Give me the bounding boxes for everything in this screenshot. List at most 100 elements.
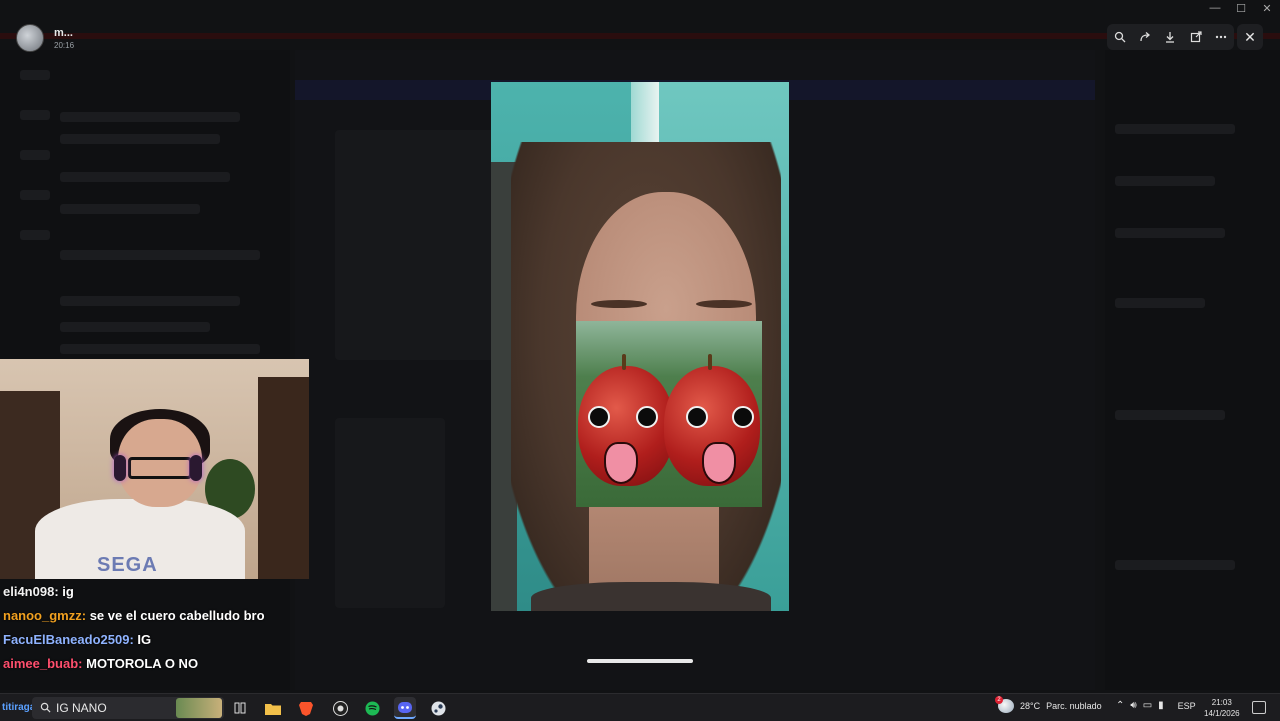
close-viewer-button[interactable]: ✕ [1237, 24, 1263, 50]
channel-row [60, 112, 240, 122]
member-row [1115, 560, 1235, 570]
apple-stem [708, 354, 712, 370]
member-list-dimmed [1105, 50, 1280, 690]
avatar[interactable] [16, 24, 44, 52]
headphones-icon [114, 455, 126, 481]
background-banner [0, 33, 1280, 39]
chat-text: IG [133, 632, 152, 647]
apple-filter-overlay [576, 321, 762, 507]
volume-icon[interactable]: 🔊︎ [1130, 700, 1136, 711]
minimize-icon[interactable]: — [1208, 2, 1222, 15]
author-name[interactable]: m... [54, 27, 74, 39]
server-icon [20, 150, 50, 160]
zoom-icon[interactable] [1111, 28, 1129, 46]
search-label: IG NANO [56, 701, 107, 715]
apple-eye [686, 406, 708, 428]
task-view-icon[interactable] [229, 697, 251, 719]
download-icon[interactable] [1161, 28, 1179, 46]
phone-home-indicator [587, 659, 693, 663]
member-row [1115, 228, 1225, 238]
server-icon [20, 110, 50, 120]
media-viewer-author: m... 20:16 [16, 24, 74, 52]
window-close-icon[interactable]: ✕ [1260, 2, 1274, 15]
media-viewer-toolbar [1107, 24, 1234, 50]
eye [696, 300, 752, 308]
chat-message: FacuElBaneado2509: IG [3, 630, 303, 649]
network-icon[interactable]: ▭ [1143, 700, 1152, 711]
system-tray: ⌃ 🔊︎ ▭ ▮ ESP [1116, 700, 1196, 711]
chat-text: se ve el cuero cabelludo bro [86, 608, 265, 623]
brave-browser-icon[interactable] [295, 697, 317, 719]
search-icon [40, 702, 51, 713]
taskbar-search-box[interactable]: IG NANO [32, 697, 224, 719]
chat-message: eli4n098: ig [3, 582, 303, 601]
media-image [491, 82, 789, 611]
apple-character-icon [578, 354, 674, 486]
spotify-icon[interactable] [361, 697, 383, 719]
language-indicator[interactable]: ESP [1178, 701, 1196, 711]
chevron-up-icon[interactable]: ⌃ [1116, 700, 1124, 711]
obs-icon[interactable] [329, 697, 351, 719]
tongue [604, 442, 638, 484]
file-explorer-icon[interactable] [262, 697, 284, 719]
channel-row [60, 134, 220, 144]
shirt [531, 582, 771, 611]
shirt-logo: SEGA [97, 554, 158, 576]
chat-text: ig [58, 584, 74, 599]
post-time: 20:16 [54, 40, 75, 50]
apple-stem [622, 354, 626, 370]
member-row [1115, 176, 1215, 186]
microphone-icon[interactable]: ▮ [1158, 700, 1164, 711]
weather-widget[interactable]: 2 28°C Parc. nublado [995, 696, 1102, 713]
weather-badge: 2 [995, 696, 1003, 704]
image-attachment-dimmed [335, 130, 495, 360]
member-row [1115, 298, 1205, 308]
chat-username: eli4n098 [3, 584, 55, 599]
server-icon [20, 190, 50, 200]
chat-username: aimee_buab [3, 656, 79, 671]
partly-cloudy-icon: 2 [995, 696, 1014, 713]
weather-text: Parc. nublado [1046, 701, 1102, 711]
notifications-icon[interactable] [1252, 701, 1266, 714]
webcam-overlay: SEGA [0, 359, 309, 579]
channel-row [60, 172, 230, 182]
apple-eye [636, 406, 658, 428]
chat-message: nanoo_gmzz: se ve el cuero cabelludo bro [3, 606, 303, 625]
window-controls: — ☐ ✕ [1208, 2, 1274, 15]
taskbar: titiraga IG NANO 2 28°C Parc. nublado ⌃ … [0, 693, 1280, 721]
discord-icon[interactable] [394, 697, 416, 719]
channel-row [60, 250, 260, 260]
door [258, 377, 309, 579]
chat-message: aimee_buab: MOTOROLA O NO [3, 654, 303, 673]
weather-temp: 28°C [1020, 701, 1041, 711]
steam-icon[interactable] [427, 697, 449, 719]
server-icon [20, 70, 50, 80]
clock-date: 14/1/2026 [1204, 709, 1240, 718]
eye [591, 300, 647, 308]
member-row [1115, 124, 1235, 134]
maximize-icon[interactable]: ☐ [1234, 2, 1248, 15]
taskbar-clock[interactable]: 21:03 14/1/2026 [1204, 697, 1240, 719]
more-icon[interactable] [1212, 28, 1230, 46]
headphones-icon [190, 455, 202, 481]
image-attachment-dimmed [335, 418, 445, 608]
clock-time: 21:03 [1211, 698, 1232, 707]
apple-eye [588, 406, 610, 428]
open-external-icon[interactable] [1187, 28, 1205, 46]
forward-icon[interactable] [1136, 28, 1154, 46]
stream-chat-overlay: eli4n098: ig nanoo_gmzz: se ve el cuero … [3, 582, 303, 678]
channel-row [60, 344, 260, 354]
channel-row [60, 296, 240, 306]
channel-row [60, 322, 210, 332]
tongue [702, 442, 736, 484]
apple-eye [732, 406, 754, 428]
channel-row [60, 204, 200, 214]
taskbar-ticker: titiraga [2, 702, 36, 713]
chat-text: MOTOROLA O NO [82, 656, 199, 671]
member-row [1115, 410, 1225, 420]
apple-character-icon [664, 354, 760, 486]
server-icon [20, 230, 50, 240]
glasses [128, 457, 192, 479]
search-highlight-image [176, 698, 222, 718]
chat-username: FacuElBaneado2509 [3, 632, 130, 647]
